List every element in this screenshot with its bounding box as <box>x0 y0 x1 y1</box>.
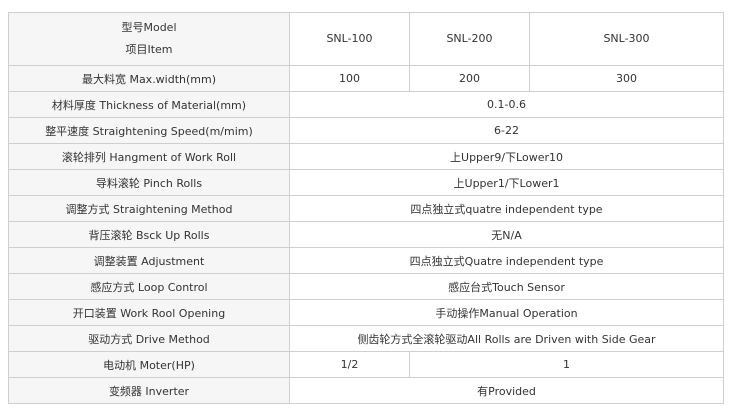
row-label: 开口装置 Work Rool Opening <box>8 299 290 326</box>
table-row: 开口装置 Work Rool Opening 手动操作Manual Operat… <box>8 299 724 326</box>
row-label: 变频器 Inverter <box>8 377 290 404</box>
table-row: 滚轮排列 Hangment of Work Roll 上Upper9/下Lowe… <box>8 143 724 170</box>
row-label: 调整装置 Adjustment <box>8 247 290 274</box>
row-label: 整平速度 Straightening Speed(m/mim) <box>8 117 290 144</box>
table-row: 电动机 Moter(HP) 1/2 1 <box>8 351 724 378</box>
row-value: 上Upper1/下Lower1 <box>289 169 724 196</box>
row-label: 驱动方式 Drive Method <box>8 325 290 352</box>
row-value: 无N/A <box>289 221 724 248</box>
row-value: 300 <box>529 65 724 92</box>
table-row: 调整装置 Adjustment 四点独立式Quatre independent … <box>8 247 724 274</box>
header-item-cell: 型号Model 项目Item <box>8 12 290 66</box>
row-label: 导料滚轮 Pinch Rolls <box>8 169 290 196</box>
row-label: 感应方式 Loop Control <box>8 273 290 300</box>
header-model-snl-100: SNL-100 <box>289 12 410 66</box>
row-value: 1/2 <box>289 351 410 378</box>
table-row: 感应方式 Loop Control 感应台式Touch Sensor <box>8 273 724 300</box>
header-model-label: 型号Model <box>121 21 177 34</box>
row-label: 滚轮排列 Hangment of Work Roll <box>8 143 290 170</box>
table-row: 变频器 Inverter 有Provided <box>8 377 724 404</box>
table-row: 最大料宽 Max.width(mm) 100 200 300 <box>8 65 724 92</box>
row-value: 侧齿轮方式全滚轮驱动All Rolls are Driven with Side… <box>289 325 724 352</box>
table-row: 整平速度 Straightening Speed(m/mim) 6-22 <box>8 117 724 144</box>
row-label: 材料厚度 Thickness of Material(mm) <box>8 91 290 118</box>
row-label: 背压滚轮 Bsck Up Rolls <box>8 221 290 248</box>
header-model-snl-200: SNL-200 <box>409 12 530 66</box>
row-label: 调整方式 Straightening Method <box>8 195 290 222</box>
row-value: 有Provided <box>289 377 724 404</box>
row-label: 电动机 Moter(HP) <box>8 351 290 378</box>
row-value: 上Upper9/下Lower10 <box>289 143 724 170</box>
table-row: 调整方式 Straightening Method 四点独立式quatre in… <box>8 195 724 222</box>
table-row: 材料厚度 Thickness of Material(mm) 0.1-0.6 <box>8 91 724 118</box>
row-value: 200 <box>409 65 530 92</box>
row-value: 6-22 <box>289 117 724 144</box>
table-row: 驱动方式 Drive Method 侧齿轮方式全滚轮驱动All Rolls ar… <box>8 325 724 352</box>
header-item-label: 项目Item <box>125 43 173 56</box>
table-row: 导料滚轮 Pinch Rolls 上Upper1/下Lower1 <box>8 169 724 196</box>
row-value: 100 <box>289 65 410 92</box>
header-model-snl-300: SNL-300 <box>529 12 724 66</box>
spec-table: 型号Model 项目Item SNL-100 SNL-200 SNL-300 最… <box>8 12 724 404</box>
row-label: 最大料宽 Max.width(mm) <box>8 65 290 92</box>
row-value: 四点独立式quatre independent type <box>289 195 724 222</box>
row-value: 四点独立式Quatre independent type <box>289 247 724 274</box>
table-header-row: 型号Model 项目Item SNL-100 SNL-200 SNL-300 <box>8 12 724 66</box>
row-value: 手动操作Manual Operation <box>289 299 724 326</box>
row-value: 0.1-0.6 <box>289 91 724 118</box>
row-value: 1 <box>409 351 724 378</box>
row-value: 感应台式Touch Sensor <box>289 273 724 300</box>
table-row: 背压滚轮 Bsck Up Rolls 无N/A <box>8 221 724 248</box>
